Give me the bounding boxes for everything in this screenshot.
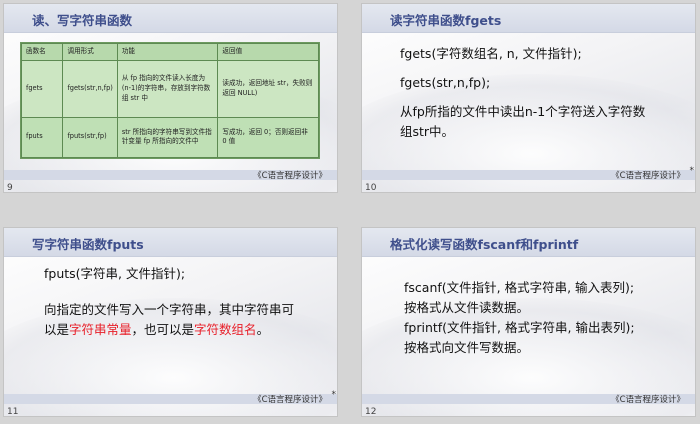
slide-number: 9 bbox=[7, 183, 13, 192]
text-line: fgets(字符数组名, n, 文件指针); bbox=[400, 46, 582, 61]
text-line: fputs(字符串, 文件指针); bbox=[44, 266, 186, 281]
text-line: fgets(str,n,fp); bbox=[400, 75, 491, 90]
star-mark: * bbox=[689, 166, 695, 176]
table-cell: fgets(str,n,fp) bbox=[62, 60, 118, 118]
text-line: fscanf(文件指针, 格式字符串, 输入表列); bbox=[404, 280, 635, 295]
slide-title: 读、写字符串函数 bbox=[32, 13, 133, 28]
table-header-cell: 函数名 bbox=[20, 43, 64, 61]
star-mark: * bbox=[331, 390, 337, 400]
text-line: 组str中。 bbox=[400, 124, 455, 139]
text-line: 按格式从文件读数据。 bbox=[404, 300, 530, 315]
table-row: fgets fgets(str,n,fp) 从 fp 指向的文件读入长度为(n-… bbox=[20, 60, 319, 118]
table-cell: fputs(str,fp) bbox=[62, 116, 118, 159]
table-header-cell: 返回值 bbox=[217, 43, 319, 61]
slide-footer: 《C语言程序设计》 bbox=[253, 395, 327, 405]
text-span: 。 bbox=[256, 322, 270, 337]
table-cell: fgets bbox=[20, 60, 64, 118]
highlight-text: 字符数组名 bbox=[194, 322, 257, 337]
slide-number: 11 bbox=[7, 407, 19, 416]
slide-title: 读字符串函数fgets bbox=[390, 13, 502, 28]
function-table: 函数名 调用形式 功能 返回值 fgets fgets(str,n,fp) 从 … bbox=[20, 42, 320, 159]
slide-12[interactable]: 格式化读写函数fscanf和fprintf fscanf(文件指针, 格式字符串… bbox=[362, 228, 695, 416]
slide-11[interactable]: 写字符串函数fputs fputs(字符串, 文件指针); 向指定的文件写入一个… bbox=[4, 228, 337, 416]
slide-footer: 《C语言程序设计》 bbox=[611, 395, 685, 405]
text-span: 以是 bbox=[44, 322, 70, 337]
text-line: fprintf(文件指针, 格式字符串, 输出表列); bbox=[404, 320, 635, 335]
table-header-row: 函数名 调用形式 功能 返回值 bbox=[20, 43, 319, 61]
table-cell: str 所指向的字符串写到文件指针变量 fp 所指向的文件中 bbox=[116, 116, 219, 159]
text-line: 以是字符串常量，也可以是字符数组名。 bbox=[44, 320, 269, 339]
table-cell: fputs bbox=[20, 116, 64, 159]
text-line: 从fp所指的文件中读出n-1个字符送入字符数 bbox=[400, 104, 646, 119]
slide-footer: 《C语言程序设计》 bbox=[611, 171, 685, 181]
table-cell: 从 fp 指向的文件读入长度为(n-1)的字符串，存放到字符数组 str 中 bbox=[116, 60, 219, 118]
table-cell: 读成功，返回地址 str，失败则返回 NULL) bbox=[217, 60, 319, 118]
text-line: 按格式向文件写数据。 bbox=[404, 340, 530, 355]
slide-footer: 《C语言程序设计》 bbox=[253, 171, 327, 181]
text-span: ，也可以是 bbox=[131, 322, 195, 337]
table-header-cell: 调用形式 bbox=[62, 43, 118, 61]
slide-title: 写字符串函数fputs bbox=[32, 237, 144, 252]
text-line: 向指定的文件写入一个字符串，其中字符串可 bbox=[44, 302, 295, 317]
slide-number: 12 bbox=[365, 407, 377, 416]
slide-number: 10 bbox=[365, 183, 377, 192]
table-header-cell: 功能 bbox=[116, 43, 219, 61]
slide-title: 格式化读写函数fscanf和fprintf bbox=[390, 237, 579, 252]
highlight-text: 字符串常量 bbox=[69, 322, 132, 337]
slide-9[interactable]: 读、写字符串函数 函数名 调用形式 功能 返回值 fgets fgets(str… bbox=[4, 4, 337, 192]
table-row: fputs fputs(str,fp) str 所指向的字符串写到文件指针变量 … bbox=[20, 116, 319, 159]
slide-10[interactable]: 读字符串函数fgets fgets(字符数组名, n, 文件指针); fgets… bbox=[362, 4, 695, 192]
table-cell: 写成功，返回 0；否则返回非 0 值 bbox=[217, 116, 319, 159]
